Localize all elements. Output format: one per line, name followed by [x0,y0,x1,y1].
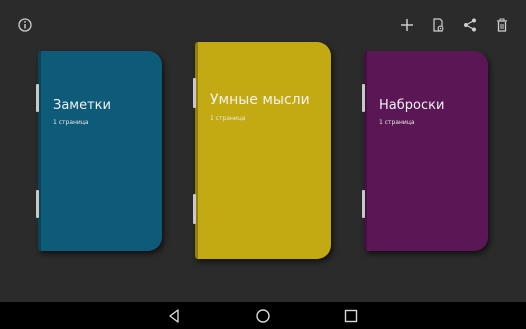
notebook-clip [193,194,196,224]
notebook-settings-button[interactable] [427,14,449,36]
note-settings-icon [433,18,444,32]
notebook-page-count: 1 страница [379,119,415,126]
add-notebook-button[interactable] [396,14,418,36]
add-icon [401,19,413,31]
notebook-clip [36,84,39,112]
home-icon[interactable] [254,307,272,325]
delete-icon [497,18,507,32]
share-button[interactable] [459,14,481,36]
notebook-title: Заметки [53,98,111,113]
info-button[interactable] [14,14,36,36]
notebook-title: Умные мысли [210,92,310,108]
notebook-card-zametki[interactable]: Заметки 1 страница [38,51,162,251]
notebook-clip [362,84,365,112]
notebooks-screen: Заметки 1 страница Умные мысли 1 страниц… [0,0,526,302]
system-navigation-bar [0,302,526,329]
notebook-clip [193,78,196,108]
notebook-page-count: 1 страница [210,115,246,122]
notebook-card-umnye-mysli[interactable]: Умные мысли 1 страница [195,42,331,259]
notebook-card-naborski[interactable]: Наброски 1 страница [364,51,488,251]
notebook-title: Наброски [379,98,445,113]
notebook-clip [362,190,365,218]
recents-icon[interactable] [342,307,360,325]
share-icon [464,18,476,32]
notebook-clip [36,190,39,218]
notebook-page-count: 1 страница [53,119,89,126]
back-icon[interactable] [166,307,184,325]
info-icon [18,18,32,32]
delete-button[interactable] [491,14,513,36]
